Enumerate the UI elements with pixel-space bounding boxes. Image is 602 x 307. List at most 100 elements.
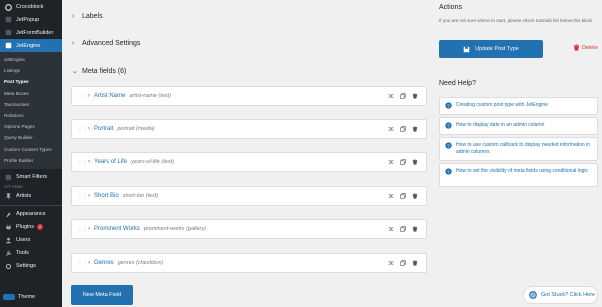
field-name[interactable]: Portrait bbox=[94, 126, 113, 132]
chevron-right-icon: › bbox=[72, 13, 75, 20]
trash-icon[interactable] bbox=[411, 159, 418, 166]
submenu-item[interactable]: Relations bbox=[0, 110, 62, 121]
sidebar-item-jetengine[interactable]: JetEngine bbox=[0, 39, 62, 52]
shuffle-icon[interactable] bbox=[387, 126, 394, 133]
chevron-right-icon[interactable]: › bbox=[88, 260, 90, 266]
shuffle-icon[interactable] bbox=[387, 260, 394, 267]
sidebar-item-jetpopup[interactable]: JetPopup bbox=[0, 13, 62, 26]
got-stuck-label: Got Stuck? Click Here bbox=[541, 292, 596, 298]
copy-icon[interactable] bbox=[399, 193, 406, 200]
right-panel: Actions If you are not sure where to sta… bbox=[432, 0, 602, 307]
save-icon bbox=[463, 46, 470, 53]
drag-handle-icon[interactable]: ⋮⋮ bbox=[77, 126, 88, 133]
sidebar-item-label: Theme bbox=[18, 294, 36, 300]
jetpopup-icon bbox=[4, 16, 12, 24]
sidebar-item-label: Appearance bbox=[16, 211, 46, 218]
help-icon: ? bbox=[445, 168, 452, 175]
theme-logo-icon bbox=[3, 294, 15, 300]
section-advanced-settings[interactable]: › Advanced Settings bbox=[72, 40, 140, 47]
field-name[interactable]: Prominent Works bbox=[94, 226, 140, 232]
help-link[interactable]: ? Creating custom post type with JetEngi… bbox=[439, 97, 598, 115]
drag-handle-icon[interactable]: ⋮⋮ bbox=[77, 226, 88, 233]
smart-filters-icon bbox=[4, 173, 12, 181]
sidebar-item-artists[interactable]: Artists bbox=[0, 190, 62, 203]
field-name[interactable]: Artist Name bbox=[94, 93, 125, 99]
lifebuoy-icon bbox=[529, 291, 537, 299]
update-post-type-button[interactable]: Update Post Type bbox=[439, 40, 543, 58]
drag-handle-icon[interactable]: ⋮⋮ bbox=[77, 193, 88, 200]
field-name[interactable]: Years of Life bbox=[94, 159, 127, 165]
shuffle-icon[interactable] bbox=[387, 159, 394, 166]
meta-field-row[interactable]: ⋮⋮ › Genres genres (checkbox) bbox=[71, 253, 427, 273]
shuffle-icon[interactable] bbox=[387, 193, 394, 200]
help-icon: ? bbox=[445, 142, 452, 149]
help-link[interactable]: ? How to use custom callback to display … bbox=[439, 137, 598, 161]
svg-text:?: ? bbox=[447, 143, 450, 149]
meta-field-row[interactable]: ⋮⋮ › Portrait portrait (media) bbox=[71, 119, 427, 139]
trash-icon[interactable] bbox=[411, 226, 418, 233]
meta-field-row[interactable]: ⋮⋮ › Years of Life years-of-life (text) bbox=[71, 152, 427, 172]
new-meta-field-button[interactable]: New Meta Field bbox=[71, 285, 133, 305]
copy-icon[interactable] bbox=[399, 93, 406, 100]
field-name[interactable]: Genres bbox=[94, 260, 114, 266]
help-link[interactable]: ? How to set the visibility of meta fiel… bbox=[439, 163, 598, 187]
section-labels[interactable]: › Labels bbox=[72, 13, 103, 20]
trash-icon[interactable] bbox=[411, 93, 418, 100]
appearance-icon bbox=[4, 210, 12, 218]
submenu-item[interactable]: Taxonomies bbox=[0, 99, 62, 110]
sidebar-item-crocoblock[interactable]: Crocoblock bbox=[0, 0, 62, 14]
drag-handle-icon[interactable]: ⋮⋮ bbox=[77, 93, 88, 100]
trash-icon[interactable] bbox=[411, 260, 418, 267]
trash-icon[interactable] bbox=[411, 126, 418, 133]
help-icon: ? bbox=[445, 122, 452, 129]
sidebar-item-jetformbuilder[interactable]: JetFormBuilder bbox=[0, 26, 62, 39]
submenu-item[interactable]: Meta Boxes bbox=[0, 88, 62, 99]
field-meta: years-of-life (text) bbox=[131, 159, 174, 165]
update-count-badge: 2 bbox=[37, 224, 44, 231]
sidebar-item-appearance[interactable]: Appearance bbox=[0, 208, 62, 221]
shuffle-icon[interactable] bbox=[387, 226, 394, 233]
help-link[interactable]: ? How to display date in an admin column bbox=[439, 117, 598, 135]
submenu-item-current[interactable]: Post Types bbox=[0, 76, 62, 87]
help-link-text: How to set the visibility of meta fields… bbox=[456, 168, 589, 174]
field-meta: short-bio (text) bbox=[122, 193, 159, 199]
submenu-item[interactable]: Custom Content Types bbox=[0, 144, 62, 155]
drag-handle-icon[interactable]: ⋮⋮ bbox=[77, 159, 88, 166]
chevron-right-icon[interactable]: › bbox=[88, 159, 90, 165]
drag-handle-icon[interactable]: ⋮⋮ bbox=[77, 260, 88, 267]
meta-field-row[interactable]: ⋮⋮ › Artist Name artist-name (text) bbox=[71, 86, 427, 106]
submenu-item[interactable]: Options Pages bbox=[0, 121, 62, 132]
submenu-item[interactable]: Profile Builder bbox=[0, 155, 62, 166]
sidebar-item-settings[interactable]: Settings bbox=[0, 260, 62, 273]
copy-icon[interactable] bbox=[399, 126, 406, 133]
plugins-icon bbox=[4, 223, 12, 231]
section-meta-fields[interactable]: ⌄ Meta fields (6) bbox=[72, 67, 126, 76]
submenu-item[interactable]: Listings bbox=[0, 65, 62, 76]
copy-icon[interactable] bbox=[399, 159, 406, 166]
chevron-right-icon[interactable]: › bbox=[88, 226, 90, 232]
submenu-item[interactable]: Query Builder bbox=[0, 132, 62, 143]
shuffle-icon[interactable] bbox=[387, 93, 394, 100]
chevron-right-icon[interactable]: › bbox=[88, 126, 90, 132]
copy-icon[interactable] bbox=[399, 260, 406, 267]
crocoblock-icon bbox=[4, 3, 12, 11]
got-stuck-button[interactable]: Got Stuck? Click Here bbox=[523, 286, 598, 304]
sidebar-item-plugins[interactable]: Plugins 2 bbox=[0, 221, 62, 234]
sidebar-item-users[interactable]: Users bbox=[0, 234, 62, 247]
chevron-right-icon[interactable]: › bbox=[88, 93, 90, 99]
sidebar-item-tools[interactable]: Tools bbox=[0, 247, 62, 260]
help-icon: ? bbox=[445, 102, 452, 109]
trash-icon[interactable] bbox=[411, 193, 418, 200]
help-link-text: Creating custom post type with JetEngine bbox=[456, 102, 548, 108]
sidebar-item-label: Smart Filters bbox=[16, 174, 48, 181]
copy-icon[interactable] bbox=[399, 226, 406, 233]
submenu-item[interactable]: JetEngine bbox=[0, 54, 62, 65]
meta-field-row[interactable]: ⋮⋮ › Short Bio short-bio (text) bbox=[71, 186, 427, 206]
sidebar-item-theme[interactable]: Theme bbox=[0, 291, 62, 303]
meta-field-row[interactable]: ⋮⋮ › Prominent Works prominent-works (ga… bbox=[71, 219, 427, 239]
field-name[interactable]: Short Bio bbox=[94, 193, 119, 199]
chevron-right-icon[interactable]: › bbox=[88, 193, 90, 199]
sidebar-item-smart-filters[interactable]: Smart Filters bbox=[0, 171, 62, 184]
actions-title: Actions bbox=[439, 4, 462, 11]
delete-button[interactable]: Delete bbox=[573, 44, 598, 51]
